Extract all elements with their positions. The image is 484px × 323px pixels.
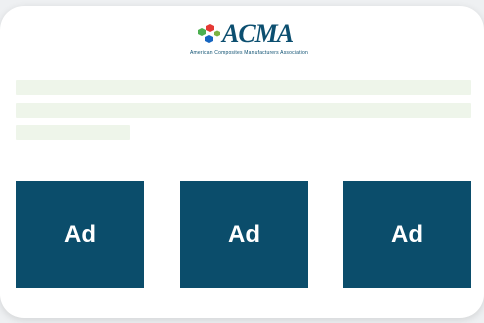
text-placeholder-line — [16, 103, 471, 118]
hexagon-cluster-icon — [198, 24, 220, 43]
ad-label: Ad — [391, 220, 423, 248]
logo-wordmark: ACMA — [222, 19, 294, 48]
text-placeholder-line — [16, 125, 130, 140]
page-card: ACMA American Composites Manufacturers A… — [0, 6, 484, 318]
logo-tagline: American Composites Manufacturers Associ… — [190, 50, 308, 56]
text-placeholder-line — [16, 80, 471, 95]
acma-logo[interactable]: ACMA American Composites Manufacturers A… — [190, 19, 308, 59]
ad-label: Ad — [64, 220, 96, 248]
ad-slot-2[interactable]: Ad — [180, 181, 308, 288]
ad-slot-1[interactable]: Ad — [16, 181, 144, 288]
ad-slot-3[interactable]: Ad — [343, 181, 471, 288]
ad-label: Ad — [228, 220, 260, 248]
